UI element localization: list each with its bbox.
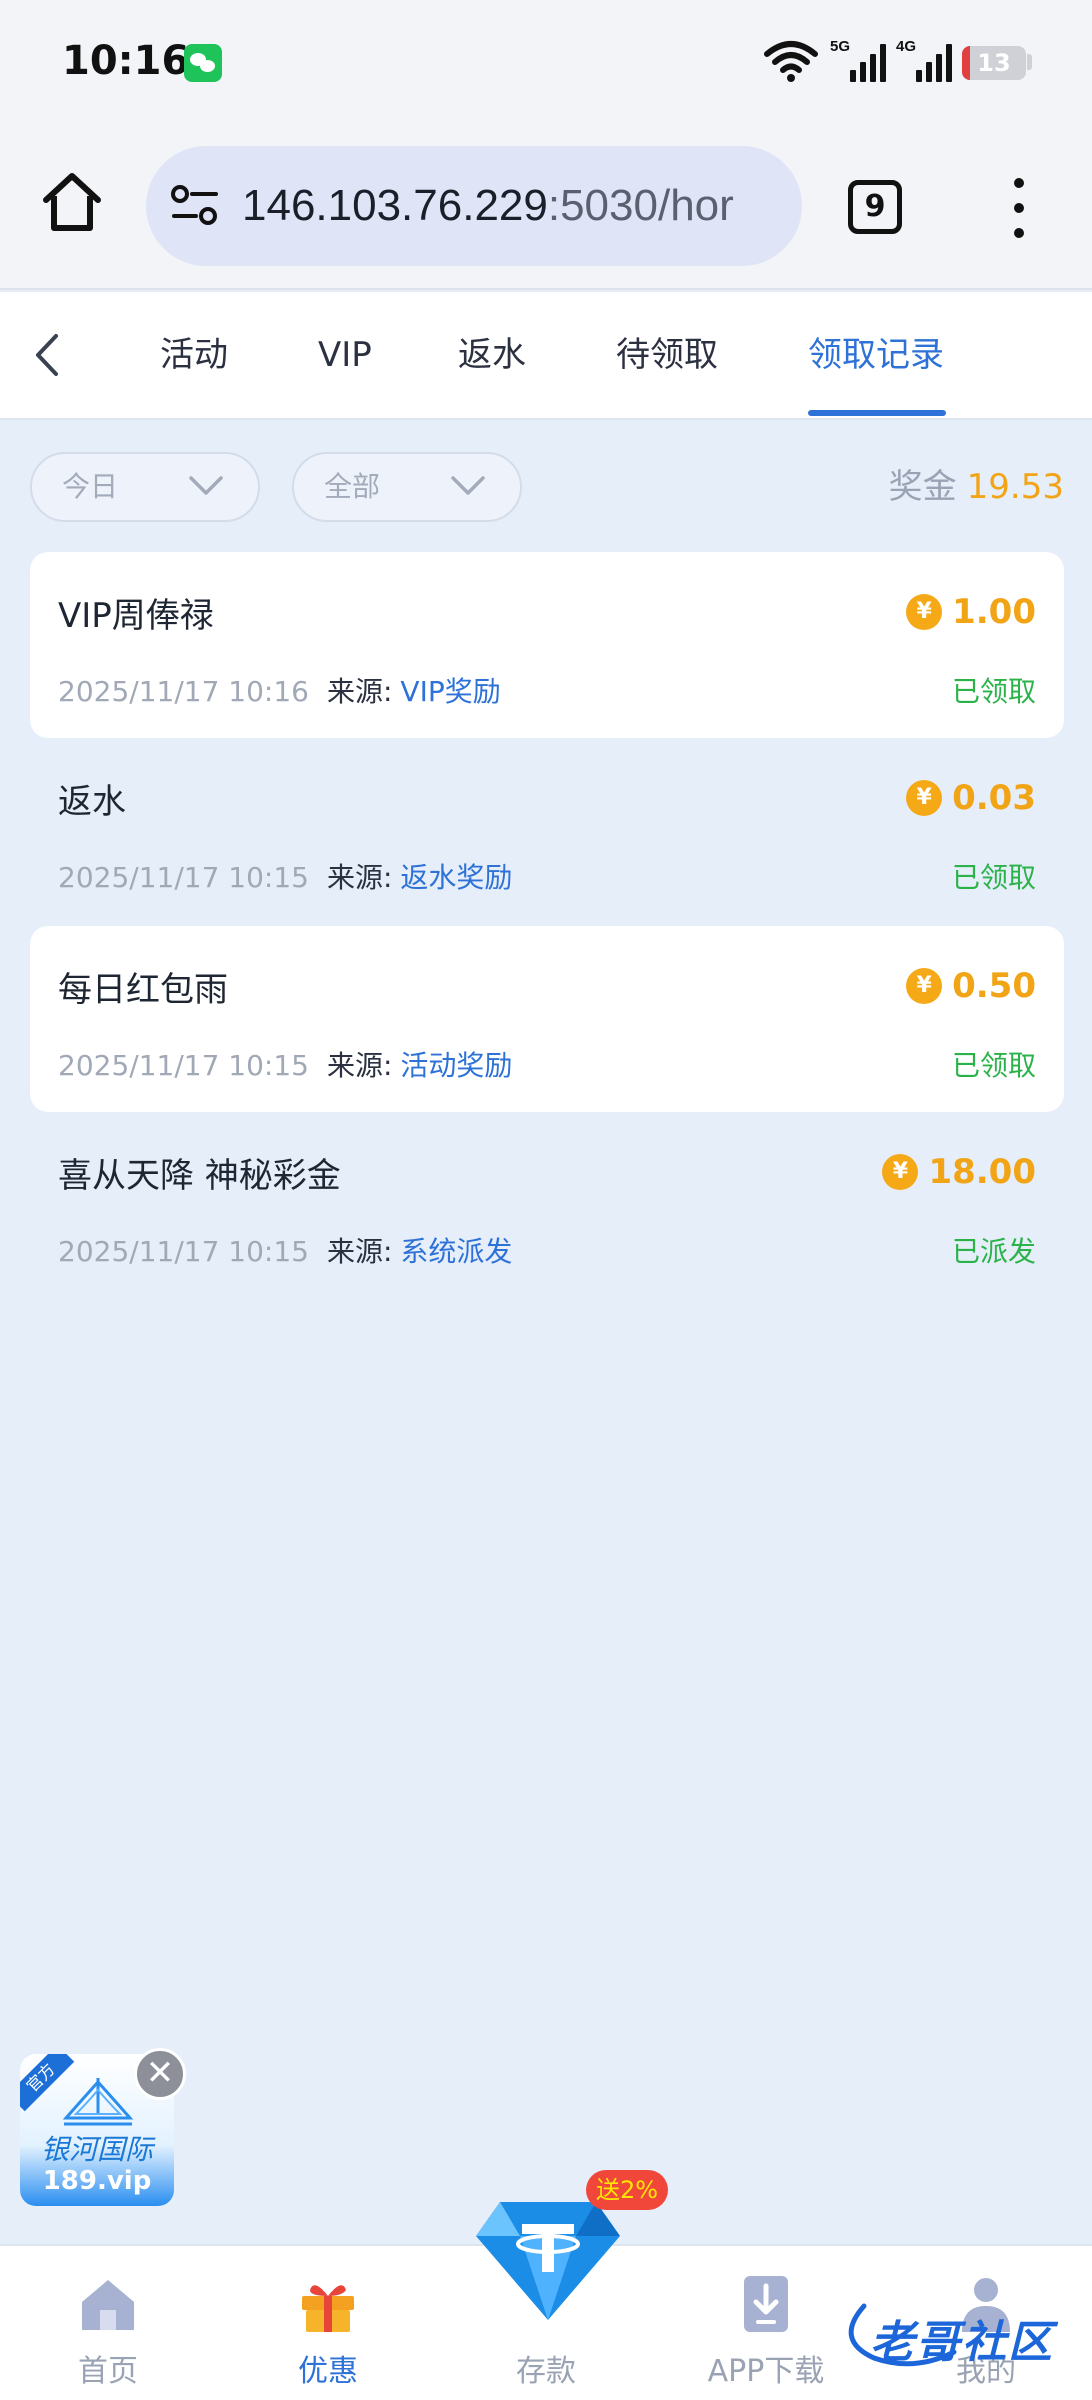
network-4g-label: 4G	[896, 38, 917, 55]
coin-icon: ¥	[906, 968, 943, 1004]
record-meta: 2025/11/17 10:15 来源: 活动奖励	[58, 1044, 512, 1084]
nav-home[interactable]: 首页	[18, 2246, 198, 2400]
network-5g-label: 5G	[830, 38, 851, 55]
date-filter-dropdown[interactable]: 今日	[30, 452, 260, 522]
record-status: 已领取	[951, 675, 1036, 708]
nav-promotions[interactable]: 优惠	[238, 2246, 418, 2400]
tab-pending[interactable]: 待领取	[616, 292, 718, 418]
record-amount: ¥0.03	[906, 776, 1036, 820]
nav-app-download-label: APP下载	[707, 2354, 825, 2389]
tab-switcher-button[interactable]: 9	[848, 180, 902, 234]
coin-icon: ¥	[882, 1154, 919, 1190]
ad-domain: 189.vip	[42, 2166, 152, 2196]
record-item: 返水 ¥0.03 2025/11/17 10:15 来源: 返水奖励 已领取	[30, 738, 1064, 924]
battery-level: 13	[977, 49, 1011, 77]
bonus-label: 奖金	[888, 467, 957, 507]
tab-vip[interactable]: VIP	[318, 292, 372, 418]
usdt-diamond-icon[interactable]	[470, 2196, 626, 2326]
record-source-label: 来源:	[326, 675, 393, 708]
tab-claim-history[interactable]: 领取记录	[808, 292, 944, 418]
active-tab-indicator	[808, 410, 946, 416]
nav-app-download[interactable]: APP下载	[676, 2246, 856, 2400]
ad-brand-name: 银河国际	[40, 2133, 153, 2166]
coin-icon: ¥	[906, 780, 943, 816]
record-status: 已领取	[951, 861, 1036, 894]
record-amount: ¥1.00	[906, 590, 1036, 634]
back-icon[interactable]	[28, 330, 68, 380]
wechat-icon	[184, 44, 222, 82]
tab-activity[interactable]: 活动	[160, 292, 228, 418]
battery-icon: 13	[962, 46, 1026, 80]
record-meta: 2025/11/17 10:15 来源: 返水奖励	[58, 856, 512, 896]
nav-deposit-label: 存款	[516, 2354, 576, 2389]
record-time: 2025/11/17 10:15	[58, 1049, 309, 1082]
close-ad-button[interactable]: ✕	[134, 2048, 186, 2100]
download-icon	[744, 2276, 788, 2332]
record-source-label: 来源:	[326, 1049, 393, 1082]
record-amount: ¥0.50	[906, 964, 1036, 1008]
record-source: VIP奖励	[400, 675, 501, 708]
record-time: 2025/11/17 10:16	[58, 675, 309, 708]
browser-toolbar: 146.103.76.229:5030/hor 9	[0, 128, 1092, 290]
record-source: 活动奖励	[400, 1049, 513, 1082]
site-settings-icon[interactable]	[170, 184, 220, 228]
home-icon[interactable]	[40, 170, 104, 234]
chevron-down-icon	[451, 476, 485, 495]
url-text[interactable]: 146.103.76.229:5030/hor	[242, 146, 782, 266]
bonus-total: 奖金 19.53	[889, 452, 1064, 522]
record-time: 2025/11/17 10:15	[58, 1235, 309, 1268]
record-meta: 2025/11/17 10:15 来源: 系统派发	[58, 1230, 512, 1270]
address-bar[interactable]: 146.103.76.229:5030/hor	[146, 146, 802, 266]
type-filter-value: 全部	[324, 470, 381, 503]
date-filter-value: 今日	[62, 470, 119, 503]
record-item: 喜从天降 神秘彩金 ¥18.00 2025/11/17 10:15 来源: 系统派发…	[30, 1112, 1064, 1298]
record-title: 每日红包雨	[58, 970, 228, 1010]
record-meta: 2025/11/17 10:16 来源: VIP奖励	[58, 670, 501, 710]
record-title: VIP周俸禄	[58, 596, 214, 636]
promo-tab-nav: 活动 VIP 返水 待领取 领取记录	[0, 292, 1092, 420]
record-amount-value: 18.00	[928, 1152, 1036, 1192]
watermark-text: 老哥社区	[870, 2317, 1054, 2368]
record-source: 返水奖励	[400, 861, 513, 894]
record-source-label: 来源:	[326, 861, 393, 894]
record-source-label: 来源:	[326, 1235, 393, 1268]
record-time: 2025/11/17 10:15	[58, 861, 309, 894]
watermark: 老哥社区	[848, 2300, 1080, 2380]
tab-rebate[interactable]: 返水	[458, 292, 526, 418]
coin-icon: ¥	[906, 594, 943, 630]
record-title: 返水	[58, 782, 126, 822]
record-amount-value: 0.03	[952, 778, 1036, 818]
record-amount: ¥18.00	[882, 1150, 1036, 1194]
deposit-promo-badge: 送2%	[586, 2170, 668, 2210]
record-status: 已领取	[951, 1049, 1036, 1082]
record-amount-value: 1.00	[952, 592, 1036, 632]
chevron-down-icon	[189, 476, 223, 495]
more-menu-icon[interactable]	[1010, 178, 1028, 238]
galaxy-logo-icon	[62, 2078, 134, 2126]
nav-home-label: 首页	[78, 2354, 138, 2389]
status-bar: 10:16 5G 4G 13	[0, 0, 1092, 128]
record-item: 每日红包雨 ¥0.50 2025/11/17 10:15 来源: 活动奖励 已领取	[30, 926, 1064, 1112]
record-status: 已派发	[951, 1235, 1036, 1268]
gift-icon	[302, 2285, 354, 2332]
url-host: 146.103.76.229	[242, 181, 548, 230]
signal-5g-icon: 5G	[830, 38, 890, 84]
record-title: 喜从天降 神秘彩金	[58, 1156, 341, 1196]
record-source: 系统派发	[400, 1235, 513, 1268]
url-path: :5030/hor	[547, 181, 734, 230]
bonus-value: 19.53	[966, 467, 1064, 507]
record-item: VIP周俸禄 ¥1.00 2025/11/17 10:16 来源: VIP奖励 已领…	[30, 552, 1064, 738]
signal-4g-icon: 4G	[896, 38, 956, 84]
home-icon	[82, 2280, 134, 2330]
nav-promotions-label: 优惠	[298, 2354, 358, 2389]
type-filter-dropdown[interactable]: 全部	[292, 452, 522, 522]
status-time: 10:16	[62, 38, 190, 84]
record-amount-value: 0.50	[952, 966, 1036, 1006]
wifi-icon	[764, 41, 818, 82]
